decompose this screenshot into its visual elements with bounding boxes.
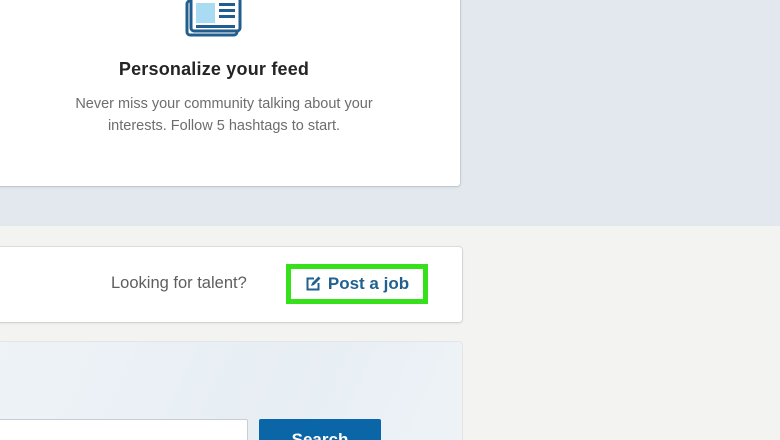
looking-for-talent-text: Looking for talent? xyxy=(111,274,247,292)
feed-title: Personalize your feed xyxy=(118,59,310,79)
feed-description-line-1: Never miss your community talking about … xyxy=(75,96,373,112)
edit-icon xyxy=(306,276,321,291)
post-a-job-label: Post a job xyxy=(327,274,410,293)
job-search-input[interactable] xyxy=(0,419,248,440)
post-a-job-link[interactable]: Post a job xyxy=(286,264,428,304)
personalize-feed-card: Personalize your feed Never miss your co… xyxy=(0,0,460,186)
feed-description: Never miss your community talking about … xyxy=(0,93,438,137)
screenshot-canvas: Personalize your feed Never miss your co… xyxy=(0,0,780,440)
search-button[interactable]: Search xyxy=(259,419,381,440)
feed-description-line-2: interests. Follow 5 hashtags to start. xyxy=(107,118,341,134)
newspaper-icon xyxy=(185,0,242,37)
